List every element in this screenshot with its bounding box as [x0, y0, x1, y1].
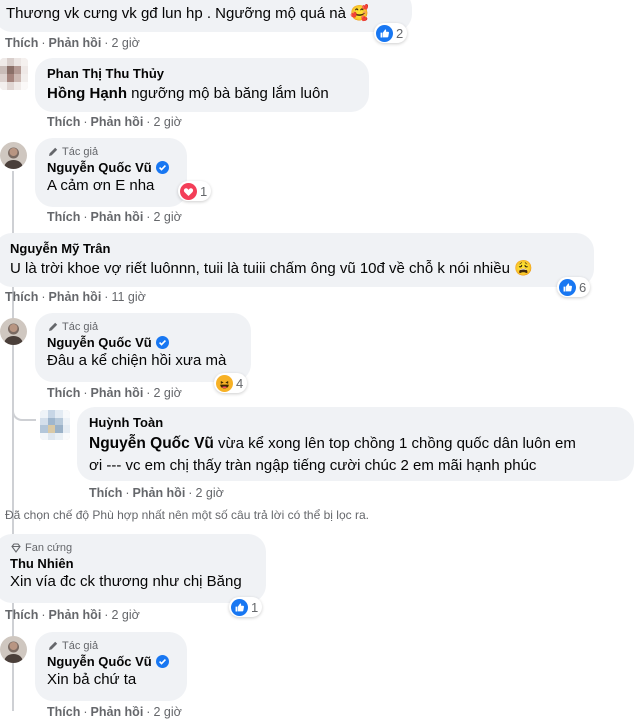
fan-badge: Fan cứng	[6, 541, 254, 555]
comment-actions: Thích · Phản hồi · 2 giờ	[89, 486, 224, 500]
pencil-icon	[49, 641, 58, 650]
diamond-icon	[11, 543, 21, 553]
reply-link[interactable]: Phản hồi	[49, 36, 102, 50]
timestamp[interactable]: 2 giờ	[111, 36, 139, 50]
reaction-number: 4	[236, 375, 244, 391]
like-link[interactable]: Thích	[47, 386, 80, 400]
reply-link[interactable]: Phản hồi	[49, 608, 102, 622]
comment-actions: Thích · Phản hồi · 11 giờ	[5, 290, 146, 304]
timestamp[interactable]: 2 giờ	[153, 115, 181, 129]
comment-bubble: Huỳnh Toàn Nguyễn Quốc Vũ vừa kể xong lê…	[77, 407, 634, 481]
comment-bubble: Fan cứng Thu Nhiên Xin vía đc ck thương …	[0, 534, 266, 603]
avatar[interactable]	[0, 58, 28, 90]
reaction-count[interactable]: 2	[374, 23, 408, 43]
comment-actions: Thích · Phản hồi · 2 giờ	[47, 115, 182, 129]
comment-text: Xin vía đc ck thương như chị Băng	[10, 573, 242, 590]
love-icon	[180, 182, 197, 200]
comment-text: Hồng Hạnh ngưỡng mộ bà băng lắm luôn	[47, 85, 329, 102]
timestamp[interactable]: 2 giờ	[153, 705, 181, 719]
comment-actions: Thích · Phản hồi · 2 giờ	[47, 705, 182, 719]
like-icon	[231, 598, 248, 616]
author-badge: Tác giả	[47, 639, 175, 653]
avatar[interactable]	[40, 410, 70, 440]
comment-bubble: Tác giả Nguyễn Quốc Vũ Xin bả chứ ta	[35, 632, 187, 701]
reaction-count[interactable]: 4	[214, 373, 248, 393]
comment-author[interactable]: Nguyễn Quốc Vũ	[47, 334, 239, 351]
like-link[interactable]: Thích	[89, 486, 122, 500]
comment-text: Đâu a kể chiện hồi xưa mà	[47, 352, 227, 369]
mention[interactable]: Hồng Hạnh	[47, 85, 127, 102]
reaction-number: 1	[200, 183, 208, 199]
timestamp[interactable]: 2 giờ	[153, 210, 181, 224]
like-link[interactable]: Thích	[47, 210, 80, 224]
avatar[interactable]	[0, 142, 27, 169]
reaction-count[interactable]: 1	[178, 181, 212, 201]
reply-link[interactable]: Phản hồi	[91, 705, 144, 719]
reply-link[interactable]: Phản hồi	[91, 386, 144, 400]
reaction-number: 1	[251, 599, 259, 615]
reaction-count[interactable]: 6	[557, 277, 591, 297]
like-link[interactable]: Thích	[47, 705, 80, 719]
comment-author[interactable]: Phan Thị Thu Thủy	[47, 65, 357, 82]
comment-text: Nguyễn Quốc Vũ vừa kể xong lên top chồng…	[89, 435, 576, 474]
author-badge: Tác giả	[47, 320, 239, 334]
comment-author[interactable]: Huỳnh Toàn	[89, 414, 622, 431]
verified-icon	[155, 161, 169, 174]
comment-actions: Thích · Phản hồi · 2 giờ	[47, 210, 182, 224]
timestamp[interactable]: 2 giờ	[153, 386, 181, 400]
comment-author[interactable]: Nguyễn Quốc Vũ	[47, 653, 175, 670]
avatar[interactable]	[0, 318, 27, 345]
like-icon	[376, 24, 393, 42]
comment-actions: Thích · Phản hồi · 2 giờ	[5, 608, 140, 622]
reply-link[interactable]: Phản hồi	[133, 486, 186, 500]
like-link[interactable]: Thích	[5, 36, 38, 50]
comment-author[interactable]: Nguyễn Quốc Vũ	[47, 159, 175, 176]
reply-link[interactable]: Phản hồi	[91, 115, 144, 129]
like-link[interactable]: Thích	[47, 115, 80, 129]
haha-icon	[216, 374, 233, 392]
author-badge: Tác giả	[47, 145, 175, 159]
timestamp[interactable]: 2 giờ	[195, 486, 223, 500]
timestamp[interactable]: 11 giờ	[111, 290, 145, 304]
like-link[interactable]: Thích	[5, 608, 38, 622]
thread-connector	[12, 349, 36, 421]
timestamp[interactable]: 2 giờ	[111, 608, 139, 622]
reaction-count[interactable]: 1	[229, 597, 263, 617]
comment-text: U là trời khoe vợ riết luônnn, tuii là t…	[10, 260, 533, 277]
comment-bubble: Thương vk cưng vk gđ lun hp . Ngưỡng mộ …	[0, 0, 412, 32]
comment-actions: Thích · Phản hồi · 2 giờ	[47, 386, 182, 400]
avatar[interactable]	[0, 636, 27, 663]
comment-bubble: Nguyễn Mỹ Trân U là trời khoe vợ riết lu…	[0, 233, 594, 287]
like-link[interactable]: Thích	[5, 290, 38, 304]
reply-link[interactable]: Phản hồi	[91, 210, 144, 224]
pencil-icon	[49, 322, 58, 331]
reaction-number: 2	[396, 25, 404, 41]
comment-author[interactable]: Nguyễn Mỹ Trân	[6, 240, 582, 257]
pencil-icon	[49, 147, 58, 156]
reply-link[interactable]: Phản hồi	[49, 290, 102, 304]
filter-notice: Đã chọn chế độ Phù hợp nhất nên một số c…	[5, 508, 369, 522]
comment-text: Xin bả chứ ta	[47, 671, 137, 688]
comment-author[interactable]: Thu Nhiên	[6, 555, 254, 572]
reaction-number: 6	[579, 279, 587, 295]
like-icon	[559, 278, 576, 296]
comment-bubble: Tác giả Nguyễn Quốc Vũ Đâu a kể chiện hồ…	[35, 313, 251, 382]
comment-text: Thương vk cưng vk gđ lun hp . Ngưỡng mộ …	[6, 5, 369, 22]
comment-bubble: Tác giả Nguyễn Quốc Vũ A cảm ơn E nha	[35, 138, 187, 207]
verified-icon	[155, 336, 169, 349]
comment-text: A cảm ơn E nha	[47, 177, 155, 194]
verified-icon	[155, 655, 169, 668]
mention[interactable]: Nguyễn Quốc Vũ	[89, 435, 214, 452]
comment-actions: Thích · Phản hồi · 2 giờ	[5, 36, 140, 50]
comment-bubble: Phan Thị Thu Thủy Hồng Hạnh ngưỡng mộ bà…	[35, 58, 369, 112]
